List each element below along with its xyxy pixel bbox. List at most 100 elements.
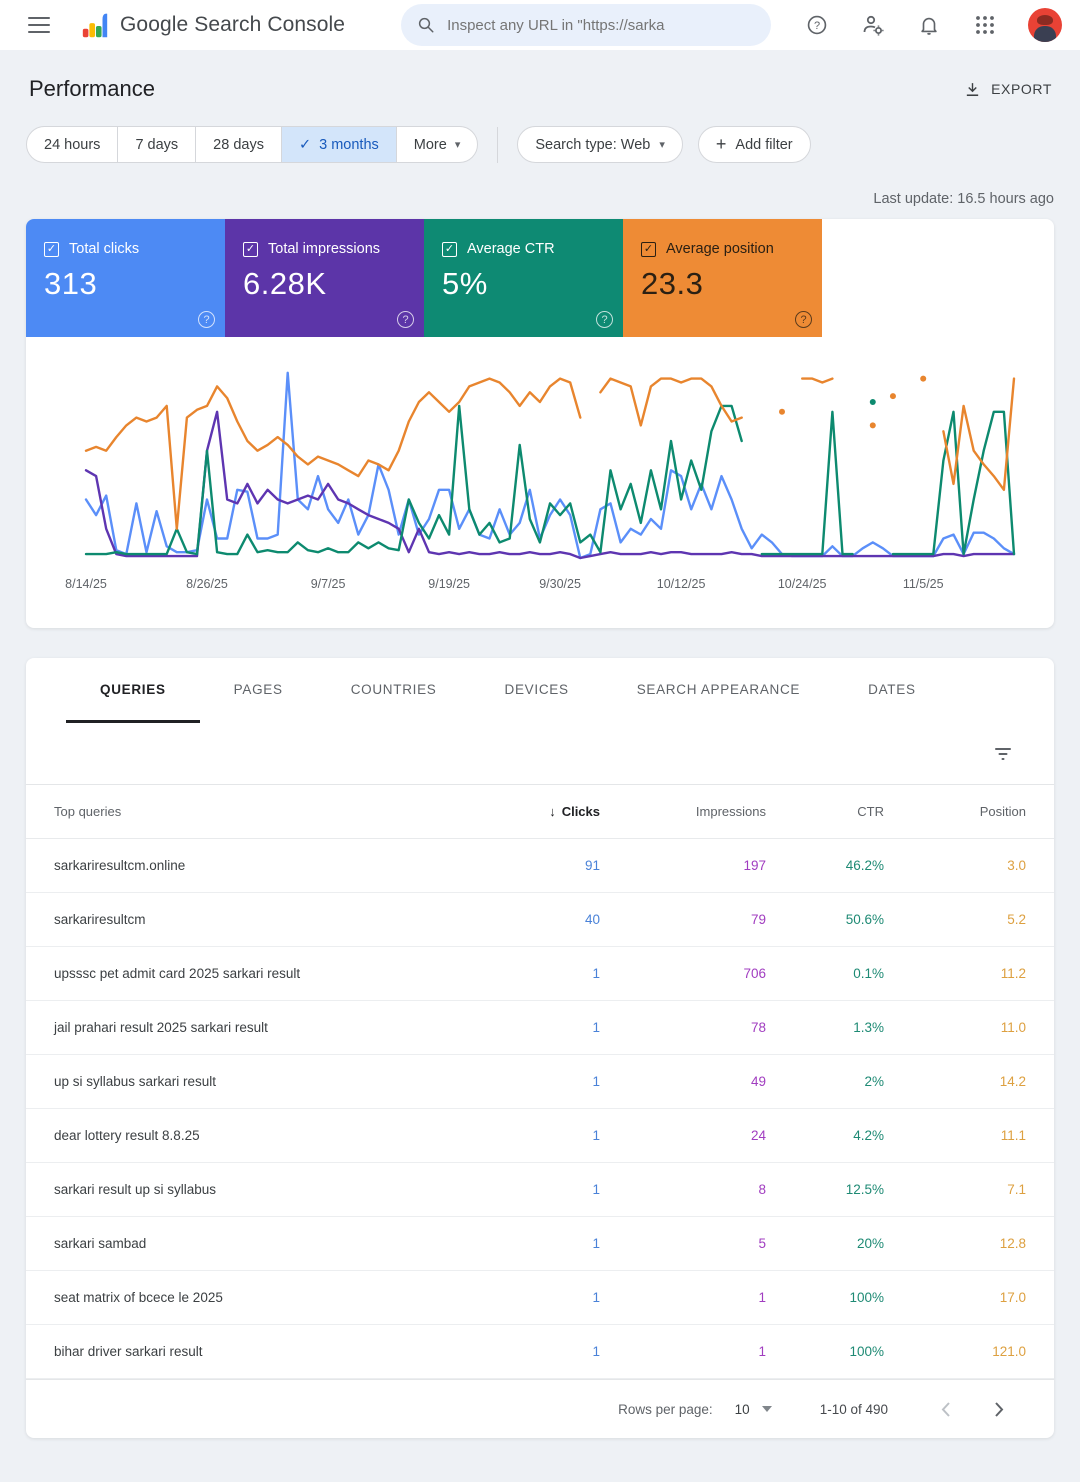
metric-help-icon[interactable]: ? (795, 311, 812, 328)
position-cell: 3.0 (884, 858, 1026, 873)
tab-search-appearance[interactable]: SEARCH APPEARANCE (603, 658, 834, 723)
tab-dates[interactable]: DATES (834, 658, 950, 723)
x-axis-tick-label: 9/19/25 (428, 577, 470, 591)
filter-row: 24 hours 7 days 28 days ✓ 3 months More … (0, 122, 1080, 163)
query-cell[interactable]: sarkariresultcm.online (54, 858, 460, 873)
page-title: Performance (29, 76, 155, 102)
menu-icon[interactable] (28, 17, 50, 33)
query-cell[interactable]: sarkari sambad (54, 1236, 460, 1251)
clicks-cell: 1 (460, 1290, 600, 1305)
metric-help-icon[interactable]: ? (397, 311, 414, 328)
chart-point-position (920, 376, 926, 382)
query-cell[interactable]: up si syllabus sarkari result (54, 1074, 460, 1089)
chart-point-ctr (870, 399, 876, 405)
table-row[interactable]: up si syllabus sarkari result1492%14.2 (26, 1055, 1054, 1109)
next-page-icon[interactable] (986, 1396, 1012, 1422)
header-ctr[interactable]: CTR (766, 804, 884, 819)
search-type-chip[interactable]: Search type: Web ▾ (517, 126, 683, 163)
account-settings-icon[interactable] (860, 12, 886, 38)
header-impressions[interactable]: Impressions (600, 804, 766, 819)
x-axis-tick-label: 9/30/25 (539, 577, 581, 591)
metric-card-average-ctr[interactable]: ✓Average CTR5%? (424, 219, 623, 337)
tab-pages[interactable]: PAGES (200, 658, 317, 723)
ctr-cell: 100% (766, 1290, 884, 1305)
rows-per-page-label: Rows per page: (618, 1402, 713, 1417)
range-28-days[interactable]: 28 days (196, 127, 282, 162)
metric-card-total-clicks[interactable]: ✓Total clicks313? (26, 219, 225, 337)
query-cell[interactable]: bihar driver sarkari result (54, 1344, 460, 1359)
clicks-cell: 1 (460, 1344, 600, 1359)
metric-help-icon[interactable]: ? (198, 311, 215, 328)
range-3-months[interactable]: ✓ 3 months (282, 127, 397, 162)
last-update-text: Last update: 16.5 hours ago (0, 163, 1080, 219)
table-row[interactable]: sarkariresultcm407950.6%5.2 (26, 893, 1054, 947)
impressions-cell: 79 (600, 912, 766, 927)
table-row[interactable]: dear lottery result 8.8.251244.2%11.1 (26, 1109, 1054, 1163)
chevron-down-icon: ▾ (455, 138, 461, 151)
url-inspect-search[interactable] (401, 4, 771, 46)
position-cell: 14.2 (884, 1074, 1026, 1089)
app-logo[interactable]: Google Search Console (80, 10, 345, 40)
table-row[interactable]: sarkariresultcm.online9119746.2%3.0 (26, 839, 1054, 893)
query-cell[interactable]: sarkariresultcm (54, 912, 460, 927)
header-top-queries[interactable]: Top queries (54, 804, 460, 819)
performance-panel: ✓Total clicks313?✓Total impressions6.28K… (26, 219, 1054, 628)
query-cell[interactable]: jail prahari result 2025 sarkari result (54, 1020, 460, 1035)
query-cell[interactable]: sarkari result up si syllabus (54, 1182, 460, 1197)
table-row[interactable]: bihar driver sarkari result11100%121.0 (26, 1325, 1054, 1379)
date-range-group: 24 hours 7 days 28 days ✓ 3 months More … (26, 126, 478, 163)
x-axis-tick-label: 8/14/25 (65, 577, 107, 591)
plus-icon: + (716, 134, 727, 155)
metric-label: Average CTR (467, 241, 555, 257)
notifications-bell-icon[interactable] (916, 12, 942, 38)
query-cell[interactable]: dear lottery result 8.8.25 (54, 1128, 460, 1143)
ctr-cell: 50.6% (766, 912, 884, 927)
x-axis-tick-label: 8/26/25 (186, 577, 228, 591)
rows-per-page-select[interactable]: 10 (735, 1402, 772, 1417)
impressions-cell: 706 (600, 966, 766, 981)
x-axis-tick-label: 9/7/25 (311, 577, 346, 591)
query-cell[interactable]: seat matrix of bcece le 2025 (54, 1290, 460, 1305)
range-7-days[interactable]: 7 days (118, 127, 196, 162)
table-row[interactable]: sarkari sambad1520%12.8 (26, 1217, 1054, 1271)
add-filter-chip[interactable]: + Add filter (698, 126, 811, 163)
metric-checkbox-icon[interactable]: ✓ (442, 242, 457, 257)
table-row[interactable]: upsssc pet admit card 2025 sarkari resul… (26, 947, 1054, 1001)
help-icon[interactable]: ? (804, 12, 830, 38)
metric-checkbox-icon[interactable]: ✓ (641, 242, 656, 257)
header-clicks[interactable]: ↓Clicks (460, 804, 600, 819)
table-row[interactable]: seat matrix of bcece le 202511100%17.0 (26, 1271, 1054, 1325)
table-row[interactable]: jail prahari result 2025 sarkari result1… (26, 1001, 1054, 1055)
metric-card-average-position[interactable]: ✓Average position23.3? (623, 219, 822, 337)
search-console-logo-icon (80, 10, 110, 40)
clicks-cell: 40 (460, 912, 600, 927)
header-position[interactable]: Position (884, 804, 1026, 819)
range-24-hours[interactable]: 24 hours (27, 127, 118, 162)
metric-card-total-impressions[interactable]: ✓Total impressions6.28K? (225, 219, 424, 337)
chart-point-position (890, 393, 896, 399)
apps-grid-icon[interactable] (972, 12, 998, 38)
tab-devices[interactable]: DEVICES (471, 658, 603, 723)
export-button[interactable]: EXPORT (964, 81, 1052, 98)
search-input[interactable] (447, 17, 755, 34)
metric-help-icon[interactable]: ? (596, 311, 613, 328)
impressions-cell: 197 (600, 858, 766, 873)
metric-checkbox-icon[interactable]: ✓ (44, 242, 59, 257)
chart-line-position (600, 379, 741, 426)
x-axis-tick-label: 10/24/25 (778, 577, 827, 591)
tab-queries[interactable]: QUERIES (66, 658, 200, 723)
avatar[interactable] (1028, 8, 1062, 42)
table-row[interactable]: sarkari result up si syllabus1812.5%7.1 (26, 1163, 1054, 1217)
performance-chart[interactable]: 8/14/258/26/259/7/259/19/259/30/2510/12/… (26, 345, 1054, 617)
range-more[interactable]: More ▾ (397, 127, 478, 162)
clicks-cell: 1 (460, 1236, 600, 1251)
filter-list-icon[interactable] (994, 746, 1012, 762)
metric-checkbox-icon[interactable]: ✓ (243, 242, 258, 257)
query-cell[interactable]: upsssc pet admit card 2025 sarkari resul… (54, 966, 460, 981)
table-header-row: Top queries ↓Clicks Impressions CTR Posi… (26, 785, 1054, 839)
download-icon (964, 81, 981, 98)
search-icon (417, 16, 435, 34)
previous-page-icon[interactable] (932, 1396, 958, 1422)
table-footer: Rows per page: 10 1-10 of 490 (26, 1379, 1054, 1438)
tab-countries[interactable]: COUNTRIES (317, 658, 471, 723)
